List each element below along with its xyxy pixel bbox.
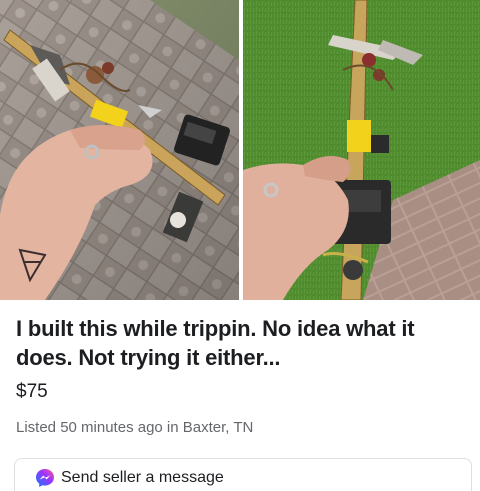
listing-price: $75 [16, 381, 48, 402]
listing-photos [0, 0, 480, 300]
send-message-button[interactable]: Send seller a message [14, 458, 472, 491]
listing-meta: Listed 50 minutes ago in Baxter, TN [16, 419, 254, 436]
photo-device-on-pavement [0, 0, 239, 300]
photo-device-on-grass [243, 0, 480, 300]
send-message-label: Send seller a message [61, 469, 224, 486]
messenger-icon [35, 468, 55, 488]
listing-photo-2[interactable] [243, 0, 480, 300]
listing-details: I built this while trippin. No idea what… [0, 300, 480, 491]
listing-photo-1[interactable] [0, 0, 239, 300]
listing-title: I built this while trippin. No idea what… [16, 316, 415, 370]
